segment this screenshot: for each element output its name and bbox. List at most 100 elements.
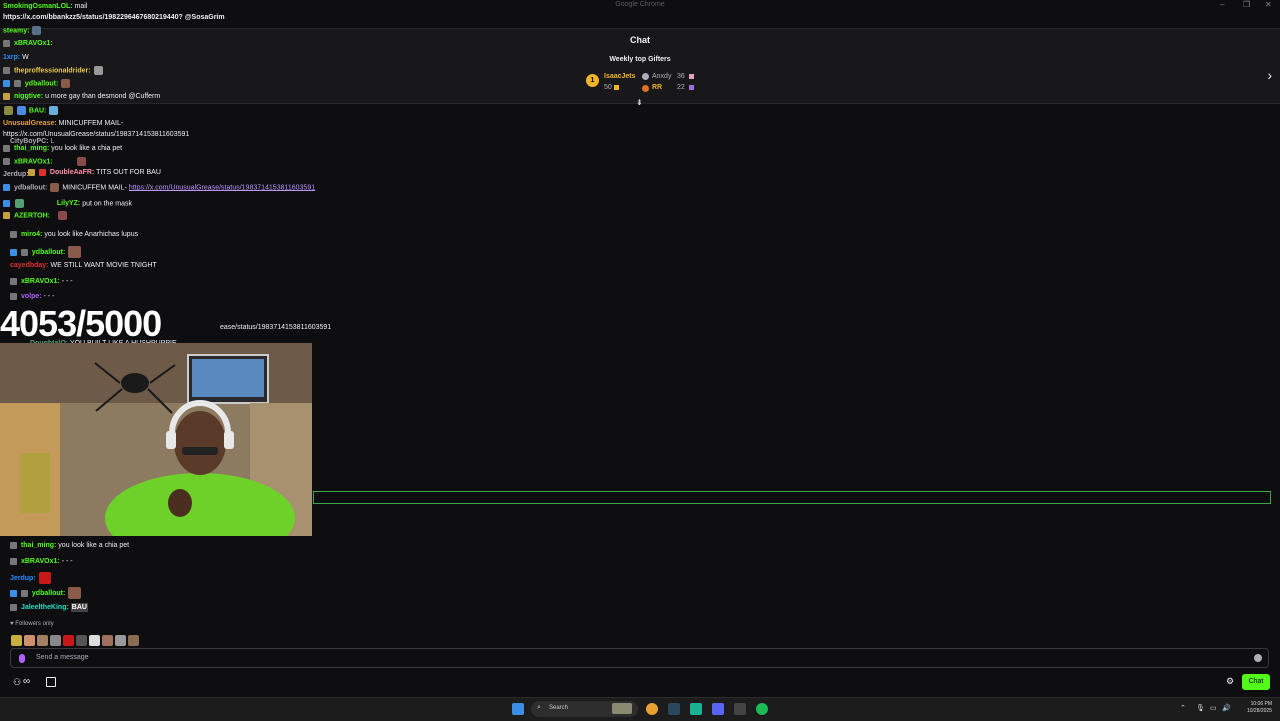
taskbar-clock[interactable]: 10:06 PM 10/28/2025: [1247, 701, 1272, 715]
taskbar-search[interactable]: ⌕ Search: [531, 701, 638, 717]
chat-username[interactable]: volpe:: [21, 293, 42, 300]
steam-icon[interactable]: [668, 703, 680, 715]
close-icon[interactable]: ✕: [1265, 0, 1272, 9]
chevron-right-icon[interactable]: ›: [1267, 67, 1272, 83]
chat-username[interactable]: xBRAVOx1:: [14, 40, 53, 47]
minimize-icon[interactable]: –: [1220, 0, 1224, 9]
highlight-bar: [313, 491, 1271, 504]
chat-username[interactable]: steamy:: [3, 27, 29, 34]
chat-username[interactable]: SmokingOsmanLOL:: [3, 3, 73, 10]
followers-only-label: ♥ Followers only: [10, 621, 54, 627]
chat-username[interactable]: cayedbday:: [10, 262, 49, 269]
chrome-icon[interactable]: [646, 703, 658, 715]
emote-icon[interactable]: [50, 635, 61, 647]
chat-username[interactable]: xBRAVOx1:: [21, 278, 60, 285]
emote-icon[interactable]: [102, 635, 113, 647]
chat-username[interactable]: AZERTOH:: [14, 212, 50, 219]
badge-icon: [10, 557, 17, 565]
chat-text: mail: [74, 3, 88, 10]
people-icon[interactable]: ⚇: [13, 677, 21, 688]
chat-message: thai_ming: you look like a chia pet: [3, 144, 122, 153]
taskbar: ⌕ Search ⌃ 🎙 ▭ 🔊 10:06 PM 10/28/2025: [0, 697, 1280, 721]
emote-icon: [57, 211, 67, 220]
taskbar-search-label: Search: [549, 705, 569, 711]
message-placeholder: Send a message: [36, 654, 89, 661]
gifter-name[interactable]: RR: [652, 84, 662, 91]
chat-username[interactable]: DoubleAaFR:: [50, 169, 94, 176]
windows-start-icon[interactable]: [512, 703, 524, 715]
chat-message: cayedbday: WE STILL WANT MOVIE TNIGHT: [10, 261, 157, 270]
chat-username[interactable]: xBRAVOx1:: [14, 158, 53, 165]
chat-username[interactable]: Jerdup:: [10, 575, 36, 582]
chat-message: theproffessionaldrider:: [3, 66, 104, 75]
emote-icon[interactable]: [89, 635, 100, 647]
emote-icon[interactable]: [76, 635, 87, 647]
followers-only-text: Followers only: [15, 621, 54, 627]
badge-icon: [20, 589, 28, 597]
maximize-icon[interactable]: ❐: [1243, 0, 1250, 9]
gifter-count: 50: [604, 84, 612, 91]
chat-username[interactable]: ydballout:: [32, 590, 65, 597]
volume-icon[interactable]: 🔊: [1222, 704, 1231, 712]
gifter-count: 22: [677, 84, 685, 91]
emote-bar: [10, 632, 140, 647]
badge-icon: [38, 168, 46, 176]
emote-icon[interactable]: [128, 635, 139, 647]
badge-icon: [10, 603, 17, 611]
chat-username[interactable]: UnusualGrease:: [3, 120, 57, 127]
chat-text: - - -: [61, 278, 73, 285]
gift-icon: [689, 74, 694, 79]
chat-username[interactable]: miro4:: [21, 231, 42, 238]
discord-icon[interactable]: [712, 703, 724, 715]
microphone-icon[interactable]: [19, 654, 25, 663]
chat-link[interactable]: https://x.com/UnusualGrease/status/19837…: [129, 184, 315, 191]
chat-username[interactable]: theproffessionaldrider:: [14, 67, 91, 74]
microphone-icon[interactable]: 🎙: [1196, 704, 1205, 712]
window-title: Google Chrome: [615, 1, 665, 8]
gift-icon: [689, 85, 694, 90]
spotify-icon[interactable]: [756, 703, 768, 715]
chat-username[interactable]: thai_ming:: [14, 145, 49, 152]
network-icon[interactable]: ▭: [1210, 704, 1217, 712]
chat-message: xBRAVOx1:: [3, 39, 53, 48]
chat-username[interactable]: niggtive:: [14, 93, 43, 100]
emote-icon[interactable]: [63, 635, 74, 647]
emote-icon[interactable]: [115, 635, 126, 647]
gifter-avatar-icon: [642, 85, 649, 92]
chat-username[interactable]: ydballout:: [32, 249, 65, 256]
gifter-name[interactable]: Anxdy: [652, 73, 671, 80]
chat-text: put on the mask: [82, 200, 133, 208]
chevron-up-icon[interactable]: ⌃: [1180, 704, 1186, 712]
gifter-name[interactable]: IsaacJets: [604, 73, 636, 80]
gifter-count: 36: [677, 73, 685, 80]
gift-icon: [614, 85, 619, 90]
message-input[interactable]: Send a message: [10, 648, 1269, 668]
chat-text: u more gay than desmond @Cufferm: [45, 93, 161, 100]
chat-link[interactable]: ease/status/1983714153811603591: [220, 323, 331, 332]
chat-username[interactable]: 1xrp:: [3, 54, 20, 61]
chat-message: miro4: you look like Anarhichas lupus: [10, 230, 138, 239]
chat-username[interactable]: JaleeltheKing:: [21, 604, 69, 611]
chat-message: thai_ming: you look like a chia pet: [10, 541, 129, 550]
chat-username[interactable]: thai_ming:: [21, 542, 56, 549]
chat-message: niggtive: u more gay than desmond @Cuffe…: [3, 92, 160, 101]
chat-username[interactable]: ydballout:: [14, 184, 47, 191]
app-icon[interactable]: [734, 703, 746, 715]
emote-icon[interactable]: [11, 635, 22, 647]
weekly-top-gifters-title: Weekly top Gifters: [609, 56, 671, 63]
badge-icon: [10, 230, 17, 238]
chat-send-button[interactable]: Chat: [1242, 674, 1270, 690]
emoji-icon[interactable]: [1254, 654, 1262, 662]
infinity-icon[interactable]: ∞: [23, 676, 30, 687]
webcam-image: [0, 343, 312, 536]
emote-icon[interactable]: [37, 635, 48, 647]
calendar-icon[interactable]: [46, 677, 56, 687]
collapse-arrow-icon[interactable]: ⇟: [636, 98, 643, 107]
app-icon[interactable]: [690, 703, 702, 715]
chat-username[interactable]: BAU:: [29, 107, 47, 114]
gear-icon[interactable]: ⚙: [1226, 676, 1234, 687]
chat-username[interactable]: LilyYZ:: [57, 200, 80, 207]
emote-icon[interactable]: [24, 635, 35, 647]
chat-username[interactable]: xBRAVOx1:: [21, 558, 60, 565]
chat-username[interactable]: ydballout:: [25, 80, 58, 87]
